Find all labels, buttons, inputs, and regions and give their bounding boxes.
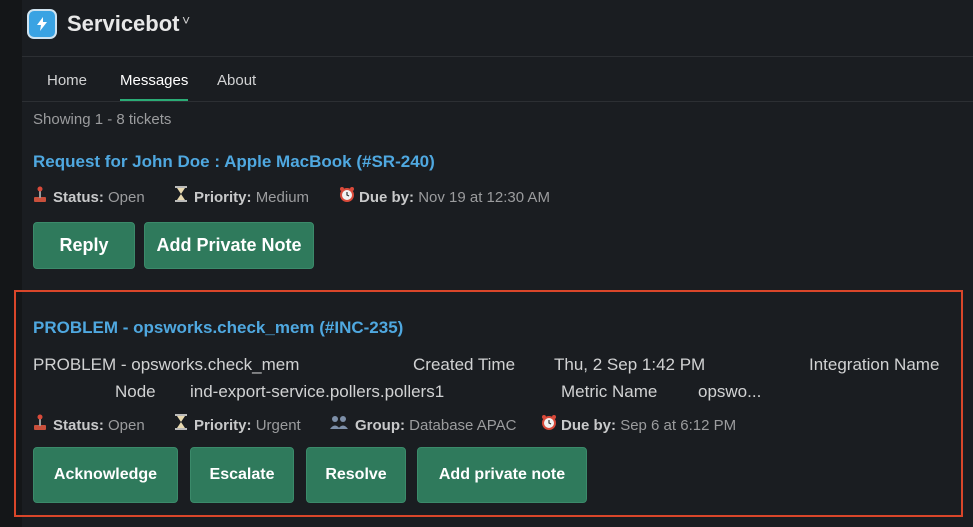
hourglass-icon — [174, 414, 188, 434]
joystick-icon — [33, 414, 47, 434]
metric-name-label: Metric Name — [561, 382, 658, 401]
due-value: Nov 19 at 12:30 AM — [418, 189, 550, 206]
ticket-meta: Status: Open Priority: Urgent Group: Dat… — [33, 414, 793, 434]
due-label: Due by: — [359, 189, 415, 206]
hourglass-icon — [174, 186, 188, 206]
servicebot-logo-icon — [27, 9, 57, 39]
ticket-title-link[interactable]: PROBLEM - opsworks.check_mem (#INC-235) — [33, 318, 403, 338]
problem-text: PROBLEM - opsworks.check_mem — [33, 355, 300, 374]
ticket-title-link[interactable]: Request for John Doe : Apple MacBook (#S… — [33, 152, 435, 172]
due-value: Sep 6 at 6:12 PM — [620, 417, 737, 434]
group-label: Group: — [355, 417, 405, 434]
reply-button[interactable]: Reply — [33, 222, 135, 269]
priority-value: Medium — [255, 189, 310, 206]
ticket-count: Showing 1 - 8 tickets — [33, 111, 172, 128]
priority-label: Priority: — [194, 417, 252, 434]
group-value: Database APAC — [409, 417, 517, 434]
status-value: Open — [108, 189, 145, 206]
alarm-clock-icon — [339, 186, 354, 206]
ticket-meta: Status: Open Priority: Medium Due by: No… — [33, 186, 733, 206]
ticket-detail-row: PROBLEM - opsworks.check_mem Created Tim… — [33, 355, 963, 377]
joystick-icon — [33, 186, 47, 206]
metric-name-value: opswo... — [698, 382, 762, 401]
priority-label: Priority: — [194, 189, 252, 206]
app-header: Servicebot ˅ — [22, 0, 973, 57]
add-private-note-button[interactable]: Add Private Note — [144, 222, 314, 269]
tab-messages[interactable]: Messages — [120, 72, 189, 101]
group-people-icon — [329, 414, 349, 434]
tab-about[interactable]: About — [217, 72, 256, 101]
priority-value: Urgent — [255, 417, 301, 434]
alarm-clock-icon — [541, 414, 556, 434]
escalate-button[interactable]: Escalate — [190, 447, 294, 503]
app-title[interactable]: Servicebot — [67, 11, 180, 37]
created-time-label: Created Time — [413, 355, 516, 374]
tab-home[interactable]: Home — [47, 72, 87, 101]
status-label: Status: — [53, 189, 104, 206]
resolve-button[interactable]: Resolve — [306, 447, 406, 503]
node-value: ind-export-service.pollers.pollers1 — [190, 382, 445, 401]
ticket-detail-row: Node ind-export-service.pollers.pollers1… — [33, 382, 963, 404]
status-value: Open — [108, 417, 145, 434]
node-label: Node — [115, 382, 156, 401]
acknowledge-button[interactable]: Acknowledge — [33, 447, 178, 503]
tab-bar: Home Messages About — [22, 57, 973, 102]
integration-name-label: Integration Name — [809, 355, 940, 374]
add-private-note-button[interactable]: Add private note — [417, 447, 587, 503]
created-time-value: Thu, 2 Sep 1:42 PM — [554, 355, 706, 374]
due-label: Due by: — [561, 417, 617, 434]
status-label: Status: — [53, 417, 104, 434]
chevron-down-icon[interactable]: ˅ — [182, 12, 190, 28]
